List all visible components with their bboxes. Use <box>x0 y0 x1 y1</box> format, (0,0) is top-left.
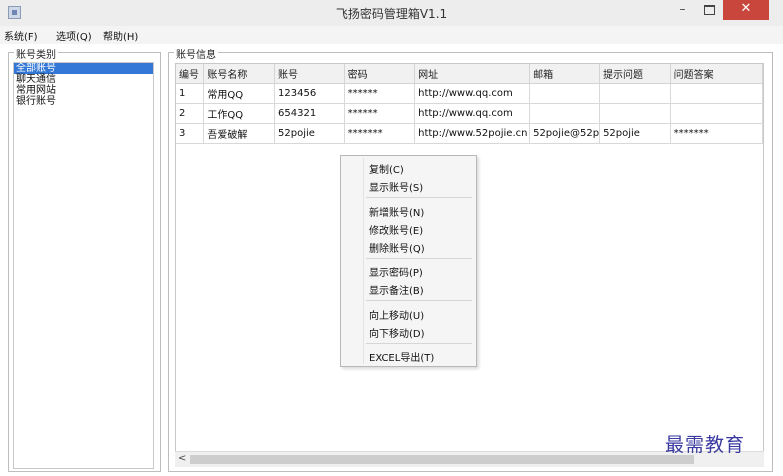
cell-name: 常用QQ <box>203 83 276 104</box>
menu-item-excel-export[interactable]: EXCEL导出(T) <box>369 349 434 364</box>
maximize-button[interactable] <box>696 0 723 20</box>
cell-account: 654321 <box>274 103 345 124</box>
scroll-left-arrow[interactable]: < <box>178 453 186 464</box>
menu-item-show-notes[interactable]: 显示备注(B) <box>369 282 424 297</box>
menu-item-move-down[interactable]: 向下移动(D) <box>369 325 425 340</box>
menu-item-delete-account[interactable]: 删除账号(Q) <box>369 240 425 255</box>
menu-item-move-up[interactable]: 向上移动(U) <box>369 307 424 322</box>
column-header-name[interactable]: 账号名称 <box>203 64 276 84</box>
cell-question <box>599 103 671 124</box>
cell-email: 52pojie@52p <box>529 123 601 144</box>
watermark-text: 最需教育 <box>665 434 746 456</box>
cell-password: ******* <box>344 123 416 144</box>
cell-id: 3 <box>176 123 205 144</box>
cell-email <box>529 83 601 104</box>
maximize-icon <box>704 5 715 15</box>
cell-answer <box>670 83 763 104</box>
title-bar: 飞扬密码管理箱V1.1 – ✕ <box>0 0 783 27</box>
cell-password: ****** <box>344 103 416 124</box>
close-button[interactable]: ✕ <box>723 0 769 20</box>
cell-answer: ******* <box>670 123 763 144</box>
cell-question: 52pojie <box>599 123 671 144</box>
cell-id: 1 <box>176 83 205 104</box>
cell-url: http://www.qq.com <box>414 103 531 124</box>
category-item-bank[interactable]: 银行账号 <box>14 96 153 107</box>
column-header-id[interactable]: 编号 <box>176 64 205 84</box>
menu-separator <box>366 197 472 198</box>
menu-item-edit-account[interactable]: 修改账号(E) <box>369 222 423 237</box>
table-row[interactable]: 1 常用QQ 123456 ****** http://www.qq.com <box>176 83 763 104</box>
column-header-answer[interactable]: 问题答案 <box>670 64 763 84</box>
table-row[interactable]: 3 吾爱破解 52pojie ******* http://www.52poji… <box>176 123 763 144</box>
account-info-legend: 账号信息 <box>174 46 218 61</box>
context-menu-gutter <box>363 158 364 364</box>
cell-password: ****** <box>344 83 416 104</box>
column-header-password[interactable]: 密码 <box>344 64 416 84</box>
cell-question <box>599 83 671 104</box>
menu-separator <box>366 343 472 344</box>
menu-item-copy[interactable]: 复制(C) <box>369 161 404 176</box>
cell-name: 吾爱破解 <box>203 123 276 144</box>
cell-id: 2 <box>176 103 205 124</box>
menu-bar: 系统(F) 选项(Q) 帮助(H) <box>0 26 783 44</box>
category-list[interactable]: 全部账号 聊天通信 常用网站 银行账号 <box>13 62 154 469</box>
menu-system[interactable]: 系统(F) <box>4 28 38 43</box>
menu-help[interactable]: 帮助(H) <box>103 28 138 43</box>
window-title: 飞扬密码管理箱V1.1 <box>335 7 448 21</box>
cell-account: 52pojie <box>274 123 345 144</box>
minimize-button[interactable]: – <box>669 0 696 20</box>
menu-options[interactable]: 选项(Q) <box>56 28 92 43</box>
category-item-all[interactable]: 全部账号 <box>14 63 153 74</box>
menu-separator <box>366 300 472 301</box>
table-header-row: 编号 账号名称 账号 密码 网址 邮箱 提示问题 问题答案 <box>176 64 763 84</box>
context-menu: 复制(C) 显示账号(S) 新增账号(N) 修改账号(E) 删除账号(Q) 显示… <box>340 155 477 367</box>
category-legend: 账号类别 <box>14 46 58 61</box>
cell-url: http://www.qq.com <box>414 83 531 104</box>
scrollbar-thumb[interactable] <box>190 455 694 464</box>
category-item-websites[interactable]: 常用网站 <box>14 85 153 96</box>
cell-answer <box>670 103 763 124</box>
cell-email <box>529 103 601 124</box>
category-item-chat[interactable]: 聊天通信 <box>14 74 153 85</box>
menu-item-add-account[interactable]: 新增账号(N) <box>369 204 424 219</box>
column-header-url[interactable]: 网址 <box>414 64 531 84</box>
menu-item-show-password[interactable]: 显示密码(P) <box>369 264 423 279</box>
column-header-question[interactable]: 提示问题 <box>599 64 671 84</box>
column-header-account[interactable]: 账号 <box>274 64 345 84</box>
column-header-email[interactable]: 邮箱 <box>529 64 601 84</box>
menu-separator <box>366 258 472 259</box>
cell-url: http://www.52pojie.cn <box>414 123 531 144</box>
cell-account: 123456 <box>274 83 345 104</box>
cell-name: 工作QQ <box>203 103 276 124</box>
account-table: 编号 账号名称 账号 密码 网址 邮箱 提示问题 问题答案 1 常用QQ 123… <box>176 64 763 144</box>
menu-item-show-account[interactable]: 显示账号(S) <box>369 179 423 194</box>
table-row[interactable]: 2 工作QQ 654321 ****** http://www.qq.com <box>176 103 763 124</box>
